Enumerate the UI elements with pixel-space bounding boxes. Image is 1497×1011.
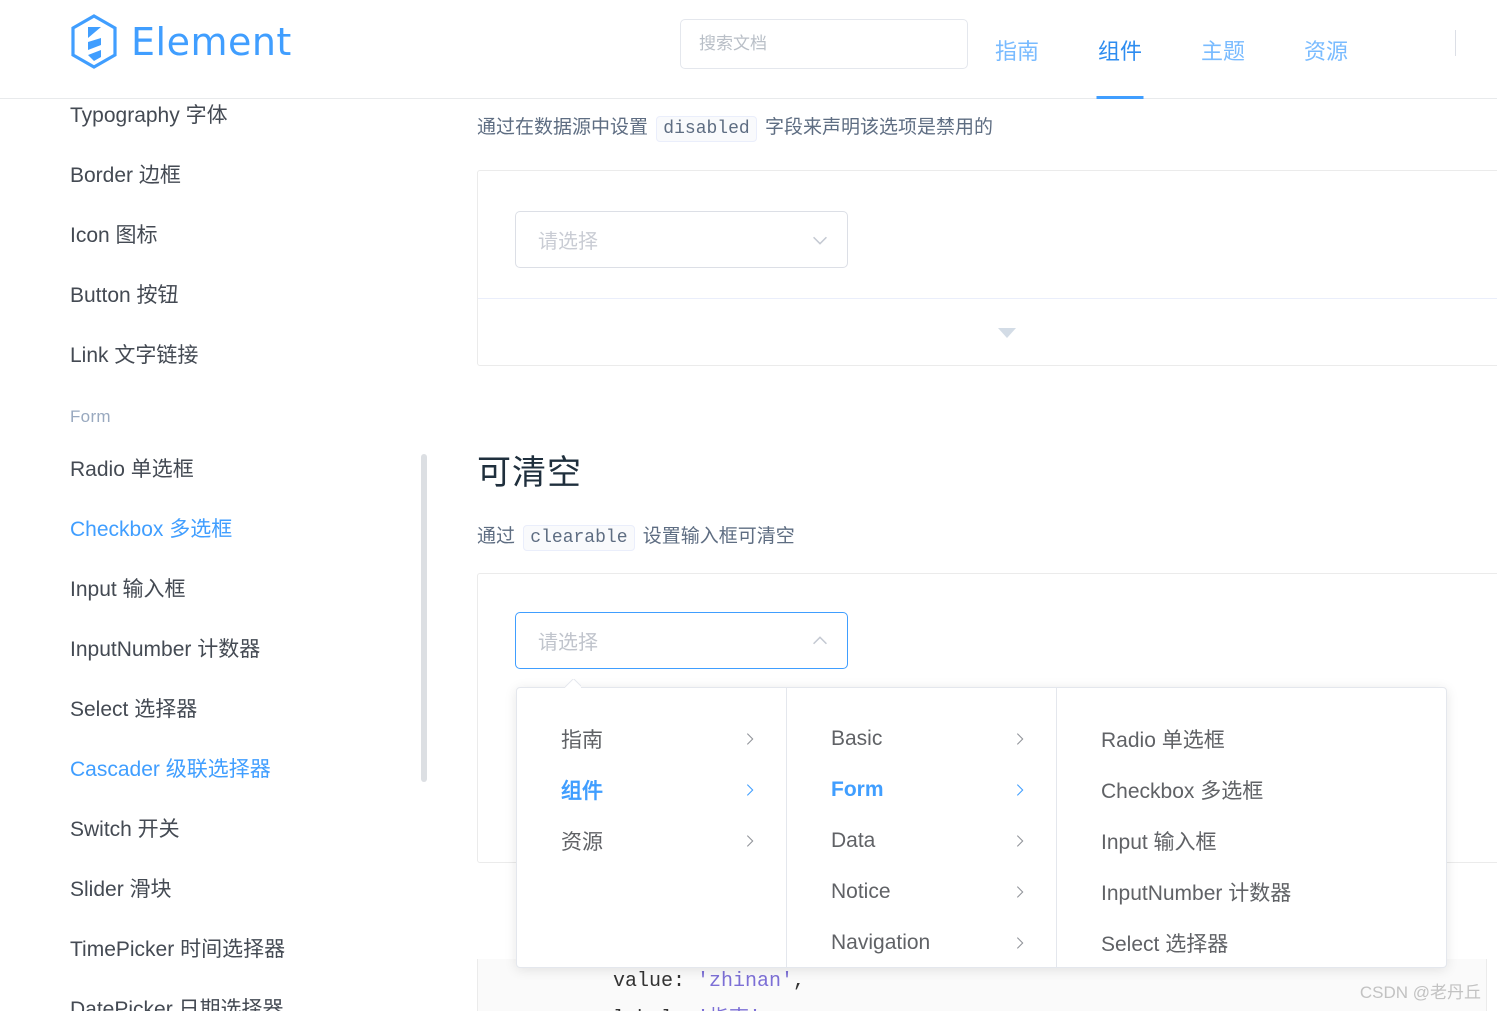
cascader-item-label: Basic bbox=[831, 726, 883, 750]
cascader-item-resource[interactable]: 资源 bbox=[517, 815, 786, 866]
cascader-item-label: Checkbox 多选框 bbox=[1101, 779, 1264, 803]
sidebar-item-radio[interactable]: Radio 单选框 bbox=[0, 440, 435, 500]
demo-body-disabled: 请选择 bbox=[478, 171, 1497, 298]
chevron-right-icon bbox=[1016, 885, 1024, 898]
disabled-desc-code: disabled bbox=[656, 116, 757, 142]
sidebar-item-link[interactable]: Link 文字链接 bbox=[0, 326, 435, 386]
clearable-desc-code: clearable bbox=[523, 525, 635, 551]
sidebar-item-select[interactable]: Select 选择器 bbox=[0, 680, 435, 740]
code-key-value: value: bbox=[613, 970, 686, 993]
cascader-item-label: Notice bbox=[831, 879, 891, 903]
chevron-right-icon bbox=[746, 732, 754, 745]
sidebar-item-icon[interactable]: Icon 图标 bbox=[0, 206, 435, 266]
chevron-right-icon bbox=[746, 834, 754, 847]
page-root: Element 指南 组件 主题 资源 Typography 字体 Border… bbox=[0, 0, 1497, 1011]
search-input[interactable] bbox=[680, 19, 968, 69]
cascader-item-navigation[interactable]: Navigation bbox=[787, 917, 1056, 968]
code-line-2: label: '指南' bbox=[613, 1001, 1486, 1011]
sidebar: Typography 字体 Border 边框 Icon 图标 Button 按… bbox=[0, 99, 435, 1011]
code-line-1: value: 'zhinan', bbox=[613, 963, 1486, 1001]
cascader-item-label: Input 输入框 bbox=[1101, 830, 1217, 854]
sidebar-item-cascader[interactable]: Cascader 级联选择器 bbox=[0, 740, 435, 800]
sidebar-item-border[interactable]: Border 边框 bbox=[0, 146, 435, 206]
select-clearable-placeholder: 请选择 bbox=[538, 632, 598, 654]
cascader-item-components[interactable]: 组件 bbox=[517, 764, 786, 815]
clearable-desc-after: 设置输入框可清空 bbox=[642, 526, 795, 547]
cascader-item-label: Select 选择器 bbox=[1101, 932, 1229, 956]
sidebar-item-timepicker[interactable]: TimePicker 时间选择器 bbox=[0, 920, 435, 980]
cascader-column-3: Radio 单选框 Checkbox 多选框 Input 输入框 InputNu… bbox=[1057, 688, 1446, 967]
cascader-item-label: 资源 bbox=[561, 830, 603, 854]
disabled-section-description: 通过在数据源中设置 disabled 字段来声明该选项是禁用的 bbox=[435, 113, 993, 144]
cascader-item-label: Navigation bbox=[831, 930, 931, 954]
brand-name: Element bbox=[131, 19, 292, 64]
cascader-item-inputnumber[interactable]: InputNumber 计数器 bbox=[1057, 866, 1446, 917]
demo-block-disabled: 请选择 bbox=[477, 170, 1497, 366]
brand-logo[interactable]: Element bbox=[70, 14, 292, 69]
disabled-desc-after: 字段来声明该选项是禁用的 bbox=[765, 117, 994, 138]
chevron-right-icon bbox=[1016, 783, 1024, 796]
chevron-right-icon bbox=[1016, 732, 1024, 745]
select-clearable[interactable]: 请选择 bbox=[515, 612, 848, 669]
watermark: CSDN @老丹丘 bbox=[1359, 983, 1481, 1002]
section-heading-clearable: 可清空 bbox=[477, 454, 582, 492]
sidebar-item-typography[interactable]: Typography 字体 bbox=[0, 99, 435, 146]
sidebar-item-checkbox[interactable]: Checkbox 多选框 bbox=[0, 500, 435, 560]
cascader-item-data[interactable]: Data bbox=[787, 815, 1056, 866]
cascader-item-form[interactable]: Form bbox=[787, 764, 1056, 815]
cascader-item-select[interactable]: Select 选择器 bbox=[1057, 917, 1446, 968]
sidebar-item-input[interactable]: Input 输入框 bbox=[0, 560, 435, 620]
nav-item-theme[interactable]: 主题 bbox=[1201, 0, 1245, 99]
sidebar-item-slider[interactable]: Slider 滑块 bbox=[0, 860, 435, 920]
nav-item-components[interactable]: 组件 bbox=[1098, 0, 1142, 99]
cascader-column-2: Basic Form Data Notice Navigation bbox=[787, 688, 1057, 967]
cascader-item-checkbox[interactable]: Checkbox 多选框 bbox=[1057, 764, 1446, 815]
cascader-item-input[interactable]: Input 输入框 bbox=[1057, 815, 1446, 866]
chevron-right-icon bbox=[1016, 834, 1024, 847]
cascader-item-guide[interactable]: 指南 bbox=[517, 713, 786, 764]
chevron-up-icon bbox=[813, 635, 827, 644]
cascader-item-label: 组件 bbox=[561, 779, 603, 803]
cascader-popper-arrow bbox=[565, 679, 581, 688]
main-nav: 指南 组件 主题 资源 bbox=[995, 0, 1407, 99]
sidebar-group-form: Form bbox=[70, 407, 111, 426]
sidebar-list: Typography 字体 Border 边框 Icon 图标 Button 按… bbox=[0, 99, 435, 1011]
chevron-down-icon bbox=[813, 236, 827, 245]
cascader-item-label: Data bbox=[831, 828, 876, 852]
chevron-right-icon bbox=[746, 783, 754, 796]
nav-item-guide[interactable]: 指南 bbox=[995, 0, 1039, 99]
cascader-item-label: InputNumber 计数器 bbox=[1101, 881, 1292, 905]
sidebar-item-inputnumber[interactable]: InputNumber 计数器 bbox=[0, 620, 435, 680]
sidebar-item-datepicker[interactable]: DatePicker 日期选择器 bbox=[0, 980, 435, 1011]
show-code-toggle-disabled[interactable] bbox=[478, 299, 1497, 366]
cascader-item-basic[interactable]: Basic bbox=[787, 713, 1056, 764]
header-divider bbox=[1455, 30, 1456, 56]
sidebar-item-button[interactable]: Button 按钮 bbox=[0, 266, 435, 326]
nav-item-resource[interactable]: 资源 bbox=[1304, 0, 1348, 99]
sidebar-item-switch[interactable]: Switch 开关 bbox=[0, 800, 435, 860]
code-comma: , bbox=[793, 970, 806, 993]
select-disabled-placeholder: 请选择 bbox=[538, 231, 598, 253]
cascader-dropdown-panel: 指南 组件 资源 Basic Form Data Notice Navigati… bbox=[516, 687, 1447, 968]
sidebar-scrollbar[interactable] bbox=[421, 454, 427, 782]
cascader-item-label: Radio 单选框 bbox=[1101, 728, 1225, 752]
cascader-item-notice[interactable]: Notice bbox=[787, 866, 1056, 917]
clearable-desc-before: 通过 bbox=[477, 526, 516, 547]
disabled-desc-before: 通过在数据源中设置 bbox=[477, 117, 649, 138]
cascader-item-label: Form bbox=[831, 777, 884, 801]
code-string-zhinan: 'zhinan' bbox=[697, 970, 794, 993]
caret-down-icon bbox=[998, 327, 1016, 338]
select-disabled[interactable]: 请选择 bbox=[515, 211, 848, 268]
site-header: Element 指南 组件 主题 资源 bbox=[0, 0, 1497, 99]
cascader-item-radio[interactable]: Radio 单选框 bbox=[1057, 713, 1446, 764]
cascader-column-1: 指南 组件 资源 bbox=[517, 688, 787, 967]
main-content: 通过在数据源中设置 disabled 字段来声明该选项是禁用的 请选择 可清空 bbox=[435, 99, 1497, 1011]
cascader-item-label: 指南 bbox=[561, 728, 603, 752]
chevron-right-icon bbox=[1016, 936, 1024, 949]
element-hexagon-logo-icon bbox=[71, 14, 117, 69]
clearable-section-description: 通过 clearable 设置输入框可清空 bbox=[435, 522, 795, 553]
